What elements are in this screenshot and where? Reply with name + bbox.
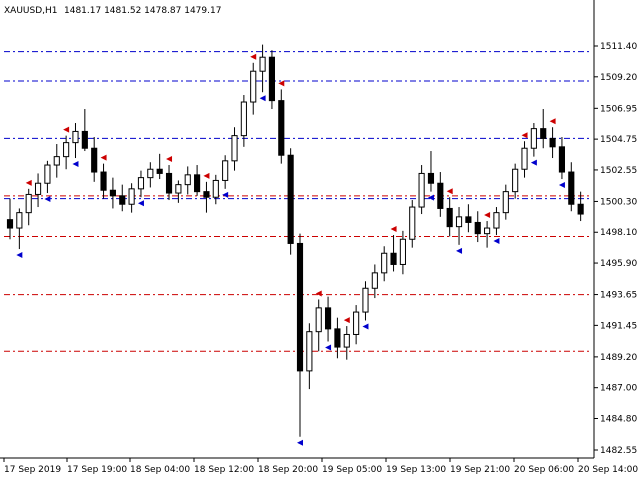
ohlc-readout: 1481.17 1481.52 1478.87 1479.17 [64, 6, 221, 16]
candle-body-10 [100, 171, 107, 191]
candle-body-5 [53, 156, 60, 166]
candle-body-52 [493, 212, 500, 229]
candle-body-9 [91, 147, 98, 173]
candle-body-7 [72, 130, 79, 144]
candle-body-37 [353, 311, 360, 335]
price-tick-label-7: 1495.90 [600, 259, 637, 269]
candle-body-27 [259, 56, 266, 72]
candle-body-49 [465, 216, 472, 223]
time-tick-label-2: 18 Sep 04:00 [130, 465, 190, 475]
candle-body-15 [147, 168, 154, 179]
candle-body-50 [474, 221, 481, 235]
candle-body-18 [175, 184, 182, 194]
chart-background [0, 0, 640, 480]
candle-body-34 [324, 307, 332, 330]
price-tick-label-3: 1504.75 [600, 135, 637, 145]
candle-body-47 [446, 207, 453, 228]
price-tick-label-5: 1500.30 [600, 197, 637, 207]
candle-body-61 [577, 203, 584, 215]
candle-body-1 [16, 212, 23, 229]
candle-body-54 [512, 168, 519, 193]
candle-body-28 [268, 56, 276, 102]
candle-body-45 [427, 172, 435, 184]
candle-body-40 [381, 252, 388, 274]
candle-body-39 [371, 272, 378, 289]
price-tick-label-11: 1487.00 [600, 384, 637, 394]
candle-body-38 [362, 287, 369, 313]
candle-body-24 [231, 135, 238, 162]
price-tick-label-10: 1489.20 [600, 353, 637, 363]
price-tick-label-1: 1509.20 [600, 73, 637, 83]
candle-body-35 [334, 328, 341, 348]
candle-body-58 [549, 137, 556, 148]
candle-body-14 [137, 177, 145, 190]
candle-body-33 [315, 307, 322, 333]
candle-body-32 [306, 331, 313, 372]
time-tick-label-9: 20 Sep 14:00 [578, 465, 638, 475]
time-tick-label-5: 19 Sep 05:00 [322, 465, 382, 475]
candle-body-29 [278, 100, 285, 156]
price-tick-label-6: 1498.10 [600, 228, 637, 238]
candle-body-59 [558, 146, 566, 173]
candle-body-42 [399, 238, 406, 265]
candle-body-6 [63, 142, 70, 158]
candle-body-43 [409, 206, 416, 240]
candle-body-57 [540, 128, 547, 139]
candle-body-11 [109, 189, 116, 197]
candle-body-44 [418, 172, 425, 208]
candle-body-22 [212, 179, 219, 198]
candle-body-60 [568, 171, 575, 205]
candle-body-17 [165, 172, 173, 194]
chart-root: XAUUSD,H1 1481.17 1481.52 1478.87 1479.1… [0, 0, 640, 480]
time-tick-label-7: 19 Sep 21:00 [450, 465, 510, 475]
candle-body-3 [34, 182, 42, 195]
candle-body-46 [437, 182, 444, 209]
price-chart[interactable]: XAUUSD,H1 1481.17 1481.52 1478.87 1479.1… [0, 0, 640, 480]
price-tick-label-0: 1511.40 [600, 42, 637, 52]
candle-body-30 [287, 154, 294, 244]
candle-body-53 [502, 191, 509, 214]
candle-body-8 [81, 130, 88, 149]
candle-body-2 [25, 193, 32, 214]
candle-body-36 [343, 333, 350, 348]
candle-body-41 [390, 252, 397, 265]
candle-body-55 [521, 147, 528, 170]
price-tick-label-12: 1484.80 [600, 414, 637, 424]
time-tick-label-6: 19 Sep 13:00 [386, 465, 446, 475]
price-tick-label-4: 1502.55 [600, 166, 637, 176]
candle-body-56 [530, 128, 537, 149]
price-tick-label-9: 1491.45 [600, 321, 637, 331]
price-tick-label-8: 1493.65 [600, 291, 637, 301]
candle-body-12 [119, 195, 126, 205]
time-tick-label-8: 20 Sep 06:00 [514, 465, 574, 475]
time-tick-label-4: 18 Sep 20:00 [258, 465, 318, 475]
candle-body-51 [484, 227, 491, 235]
candle-body-48 [455, 216, 463, 228]
candle-body-19 [184, 174, 191, 186]
time-tick-label-0: 17 Sep 2019 [4, 465, 61, 475]
time-tick-label-1: 17 Sep 19:00 [67, 465, 127, 475]
candle-body-4 [44, 164, 51, 184]
candle-body-21 [203, 191, 210, 198]
candle-body-13 [128, 188, 135, 205]
price-tick-label-2: 1506.95 [600, 104, 637, 114]
candle-body-26 [250, 70, 257, 103]
symbol-label: XAUUSD,H1 [4, 6, 58, 16]
candle-body-0 [6, 219, 14, 229]
time-tick-label-3: 18 Sep 12:00 [194, 465, 254, 475]
price-tick-label-13: 1482.55 [600, 446, 637, 456]
candle-body-25 [240, 101, 247, 137]
candle-body-16 [156, 168, 163, 174]
candle-body-23 [222, 160, 229, 181]
candle-body-20 [194, 174, 201, 193]
candle-body-31 [296, 242, 304, 372]
